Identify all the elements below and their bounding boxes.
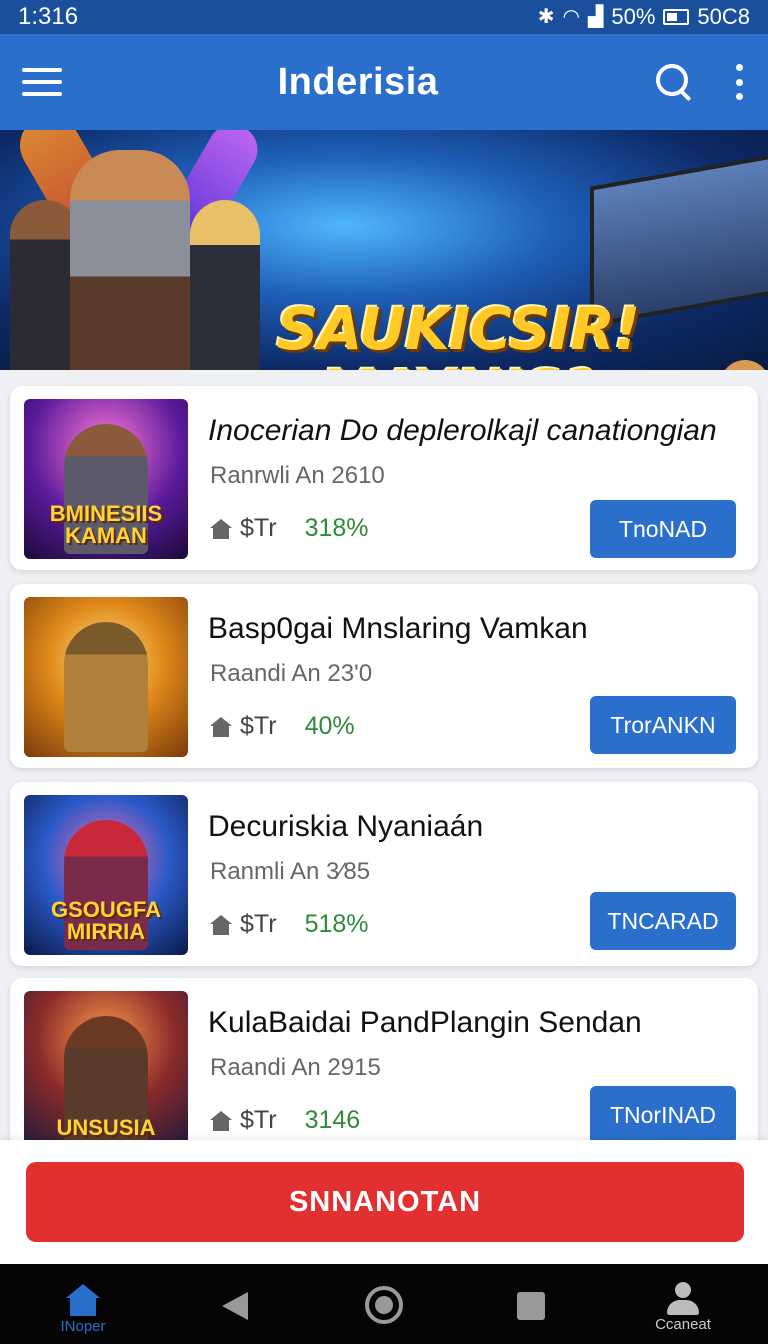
system-nav-bar: INoper Ccaneat <box>0 1264 768 1344</box>
game-thumbnail[interactable]: GSOUGFA MIRRIA <box>24 795 188 955</box>
recents-icon[interactable] <box>517 1292 545 1320</box>
game-title[interactable]: Basp0gai Mnslaring Vamkan <box>208 612 588 646</box>
status-right-text: 50C8 <box>697 4 750 29</box>
thumbnail-logo: UNSUSIA <box>56 1115 156 1140</box>
battery-percent: 50% <box>611 4 656 29</box>
nav-account[interactable]: Ccaneat <box>648 1282 718 1333</box>
game-thumbnail[interactable] <box>24 597 188 757</box>
game-stats: $Tr 318% <box>210 514 369 543</box>
game-thumbnail[interactable]: BMINESIIS KAMAN <box>24 399 188 559</box>
status-icons: ✱ ◠ ▟ 50% 50C8 <box>538 4 750 30</box>
list-item[interactable]: UNSUSIA KulaBaidai PandPlangin Sendan Ra… <box>10 978 758 1140</box>
cta-area: SNNANOTAN <box>0 1140 768 1264</box>
battery-icon <box>663 9 690 25</box>
game-price: $Tr <box>240 1106 277 1134</box>
wifi-icon: ◠ <box>562 6 580 28</box>
app-bar: Inderisia <box>0 34 768 130</box>
game-meta: Raandi An 2915 <box>210 1054 381 1081</box>
download-button[interactable]: TNorINAD <box>590 1086 736 1140</box>
list-item[interactable]: Basp0gai Mnslaring Vamkan Raandi An 23'0… <box>10 584 758 768</box>
game-percent: 518% <box>304 910 369 938</box>
game-title[interactable]: KulaBaidai PandPlangin Sendan <box>208 1006 642 1040</box>
app-title: Inderisia <box>277 60 439 103</box>
game-percent: 318% <box>304 514 369 542</box>
promo-banner[interactable]: SAUKICSIR! MAYNIS? <box>0 130 768 370</box>
game-title[interactable]: Decuriskia Nyaniaán <box>208 810 483 844</box>
home-circle-icon[interactable] <box>365 1286 403 1324</box>
game-list[interactable]: BMINESIIS KAMAN Inocerian Do deplerolkaj… <box>0 370 768 1140</box>
search-icon[interactable] <box>654 62 694 102</box>
list-item[interactable]: GSOUGFA MIRRIA Decuriskia Nyaniaán Ranml… <box>10 782 758 966</box>
signal-icon: ▟ <box>587 6 604 28</box>
list-item[interactable]: BMINESIIS KAMAN Inocerian Do deplerolkaj… <box>10 386 758 570</box>
download-button[interactable]: TnoNAD <box>590 500 736 558</box>
game-price: $Tr <box>240 514 277 542</box>
store-icon <box>210 1110 232 1131</box>
primary-cta-button[interactable]: SNNANOTAN <box>26 1162 744 1242</box>
game-stats: $Tr 518% <box>210 910 369 939</box>
game-price: $Tr <box>240 712 277 740</box>
bluetooth-icon: ✱ <box>537 6 555 28</box>
banner-headline: SAUKICSIR! MAYNIS? <box>276 295 641 370</box>
store-icon <box>210 914 232 935</box>
game-meta: Raandi An 23'0 <box>210 660 373 687</box>
status-time: 1:316 <box>18 3 79 30</box>
thumbnail-character <box>64 622 148 752</box>
game-meta: Ranrwli An 2610 <box>210 462 385 489</box>
game-meta: Ranmli An 3⁄85 <box>210 858 371 885</box>
game-thumbnail[interactable]: UNSUSIA <box>24 991 188 1140</box>
person-icon <box>666 1282 700 1316</box>
download-button[interactable]: TrorANKN <box>590 696 736 754</box>
game-stats: $Tr 40% <box>210 712 355 741</box>
home-icon <box>66 1284 100 1316</box>
nav-account-label: Ccaneat <box>655 1316 711 1333</box>
download-button[interactable]: TNCARAD <box>590 892 736 950</box>
bear-mascot <box>720 360 768 370</box>
hamburger-menu-icon[interactable] <box>22 68 62 96</box>
back-icon[interactable] <box>222 1292 248 1320</box>
hero-character-warrior <box>70 150 190 370</box>
nav-home-label: INoper <box>60 1318 106 1335</box>
thumbnail-logo: GSOUGFA MIRRIA <box>50 897 161 944</box>
store-icon <box>210 518 232 539</box>
hero-character-blonde <box>190 200 260 370</box>
game-price: $Tr <box>240 910 277 938</box>
game-stats: $Tr 3146 <box>210 1106 360 1135</box>
game-title[interactable]: Inocerian Do deplerolkajl canationgian <box>208 414 717 448</box>
game-percent: 3146 <box>304 1106 361 1134</box>
thumbnail-logo: BMINESIIS KAMAN <box>49 501 163 548</box>
store-icon <box>210 716 232 737</box>
more-vert-icon[interactable] <box>734 64 746 100</box>
game-percent: 40% <box>304 712 355 740</box>
status-bar: 1:316 ✱ ◠ ▟ 50% 50C8 <box>0 0 768 34</box>
nav-home[interactable]: INoper <box>50 1284 116 1335</box>
